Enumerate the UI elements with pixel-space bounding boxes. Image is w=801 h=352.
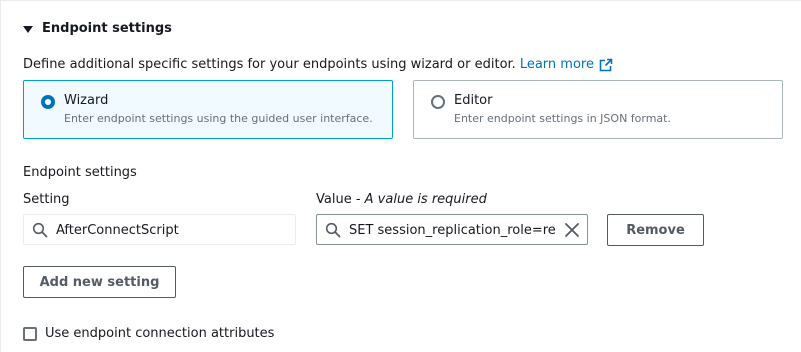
value-required-hint: A value is required [364,192,487,207]
settings-group-heading: Endpoint settings [23,165,137,180]
wizard-title: Wizard [64,93,109,108]
editor-title: Editor [454,93,493,108]
learn-more-link[interactable]: Learn more [520,57,594,72]
clear-icon[interactable] [564,222,580,238]
wizard-description: Enter endpoint settings using the guided… [64,112,373,125]
wizard-tile[interactable]: Wizard Enter endpoint settings using the… [23,80,393,139]
section-toggle[interactable]: Endpoint settings [23,21,172,36]
setting-column-label: Setting [23,192,70,207]
remove-setting-button[interactable]: Remove [607,214,704,246]
value-input-value: SET session_replication_role=replica [349,223,556,238]
connection-attributes-row[interactable]: Use endpoint connection attributes [23,326,274,341]
value-label-prefix: Value - [316,192,365,207]
editor-tile[interactable]: Editor Enter endpoint settings in JSON f… [413,80,783,139]
add-new-setting-button[interactable]: Add new setting [23,266,176,298]
value-column-label: Value - A value is required [316,192,487,207]
search-icon [32,222,48,238]
caret-down-icon [23,25,33,33]
section-title: Endpoint settings [42,21,172,36]
description-text: Define additional specific settings for … [23,57,516,72]
setting-input[interactable]: AfterConnectScript [23,214,296,245]
connection-attributes-label: Use endpoint connection attributes [45,326,275,341]
editor-description: Enter endpoint settings in JSON format. [454,112,671,125]
setting-input-value: AfterConnectScript [56,223,179,238]
search-icon [325,222,341,238]
connection-attributes-checkbox[interactable] [23,326,37,341]
wizard-radio[interactable] [41,95,55,109]
editor-radio[interactable] [431,95,445,109]
external-link-icon[interactable] [599,58,613,72]
value-input[interactable]: SET session_replication_role=replica [316,214,588,245]
endpoint-settings-panel: Endpoint settings Define additional spec… [0,0,801,352]
section-description: Define additional specific settings for … [23,57,613,72]
